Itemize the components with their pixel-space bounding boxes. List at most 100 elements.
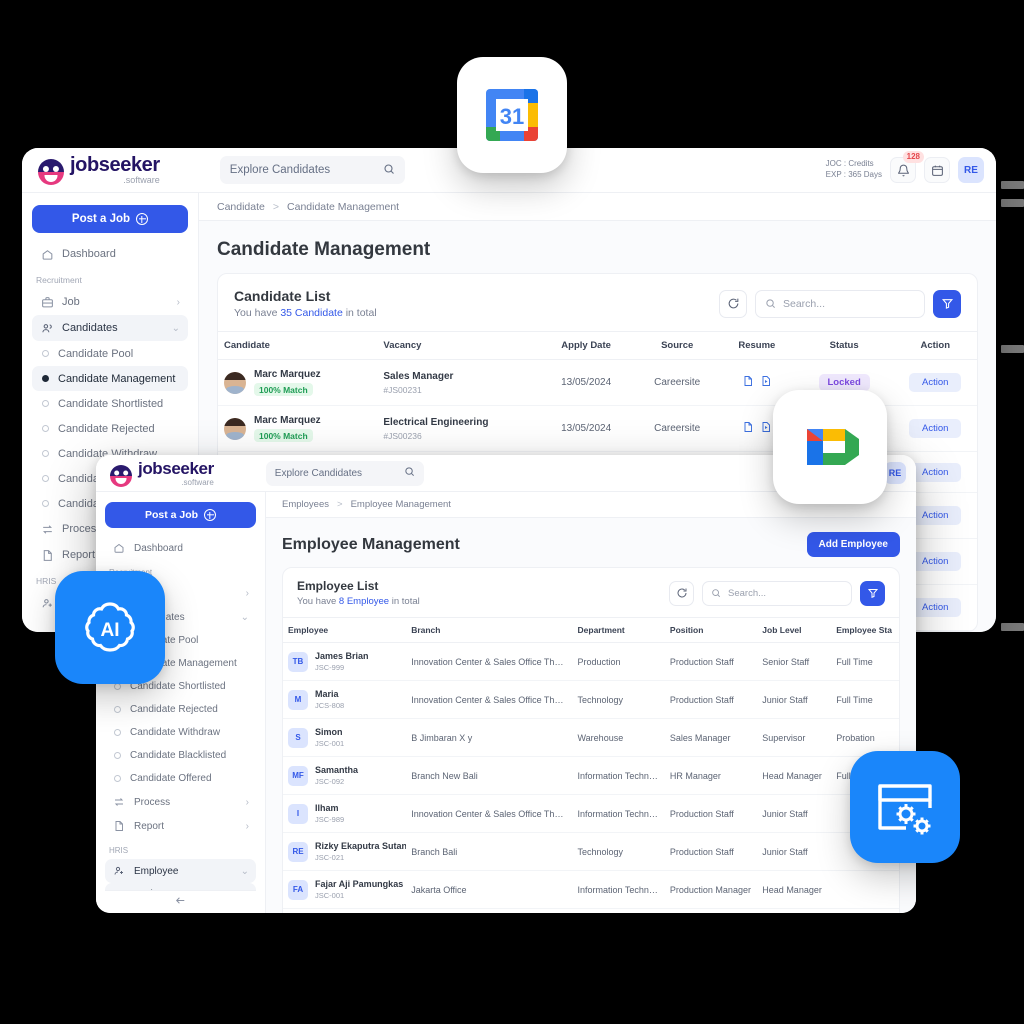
subtitle-count: 35 Candidate: [280, 307, 343, 319]
employee-search-placeholder: Search...: [728, 587, 767, 599]
cell-job-level: Supervisor: [757, 718, 832, 757]
bullet-icon: [42, 350, 49, 357]
document-icon: [40, 548, 54, 562]
front-main: Employees > Employee Management Employee…: [266, 492, 916, 913]
sidebar-item-employee[interactable]: Employee ⌄: [105, 859, 256, 883]
cell-employee: I Ilham JSC-989: [283, 794, 407, 833]
action-button[interactable]: Action: [909, 462, 962, 482]
window-settings-icon[interactable]: [850, 751, 960, 863]
cell-employee-status: Full Time: [831, 680, 899, 719]
card-subtitle: You have 8 Employee in total: [297, 596, 420, 607]
table-row[interactable]: I Ilham JSC-989 Innovation Center & Sales O…: [283, 794, 899, 833]
table-row[interactable]: M Maria JCS-808 Innovation Center & Sales O…: [283, 680, 899, 719]
user-avatar[interactable]: RE: [884, 462, 906, 484]
sidebar-item-dashboard[interactable]: Dashboard: [32, 241, 188, 267]
card-title: Employee List: [297, 579, 379, 593]
candidate-list-tools: Search...: [719, 289, 961, 318]
jobseeker-logo-icon: [110, 464, 132, 487]
sidebar-item-candidate-pool[interactable]: Candidate Pool: [32, 341, 188, 366]
filter-button[interactable]: [860, 580, 885, 606]
sidebar-item-candidate-offered[interactable]: Candidate Offered: [105, 767, 256, 790]
sidebar-item-candidate-withdraw[interactable]: Candidate Withdraw: [105, 721, 256, 744]
cell-employee: DEAlexSNTN-001: [283, 908, 407, 913]
cell-branch: Branch Bali: [406, 832, 573, 871]
match-badge: 100% Match: [254, 383, 313, 396]
cell-employee: M Maria JCS-808: [283, 680, 407, 719]
explore-candidates-search[interactable]: Explore Candidates: [265, 460, 424, 486]
table-row[interactable]: S Simon JSC-001 B Jimbaran X y Warehouse Sale…: [283, 718, 899, 757]
home-icon: [40, 247, 54, 261]
candidate-search-input[interactable]: Search...: [755, 289, 925, 318]
refresh-button[interactable]: [719, 289, 747, 318]
action-button[interactable]: Action: [909, 552, 962, 571]
post-a-job-button[interactable]: Post a Job: [32, 205, 188, 233]
action-button[interactable]: Action: [909, 373, 962, 392]
sidebar-label-dashboard: Dashboard: [134, 542, 183, 554]
sidebar-item-candidate-management[interactable]: Candidate Management: [32, 366, 188, 391]
sidebar-label-process: Process: [134, 796, 171, 808]
google-calendar-icon[interactable]: 31: [457, 57, 567, 173]
explore-candidates-placeholder: Explore Candidates: [229, 164, 331, 176]
sidebar-item-candidate-shortlisted[interactable]: Candidate Shortlisted: [32, 391, 188, 416]
sidebar-label-candidate-management: Candidate Management: [58, 372, 176, 385]
calendar-button[interactable]: [924, 157, 950, 183]
sidebar-item-job[interactable]: Job ›: [32, 289, 188, 315]
action-button[interactable]: Action: [909, 419, 962, 438]
card-title: Candidate List: [234, 288, 331, 304]
sidebar-item-candidate-blacklisted[interactable]: Candidate Blacklisted: [105, 744, 256, 767]
cell-source: Careersite: [635, 405, 719, 452]
filter-button[interactable]: [933, 289, 961, 318]
google-meet-glyph: [807, 429, 859, 465]
cell-job-level: Senior Staff: [757, 642, 832, 681]
col-position: Position: [664, 617, 758, 643]
cell-vacancy: Electrical Engineering #JS00236: [377, 405, 537, 452]
brand-logo[interactable]: jobseeker .software: [38, 155, 160, 185]
subtitle-pre: You have: [297, 596, 339, 607]
avatar: RE: [288, 841, 308, 862]
ai-badge-icon[interactable]: AI: [55, 571, 165, 684]
sidebar-item-dashboard[interactable]: Dashboard: [105, 536, 256, 560]
credits-info: JOC : Credits EXP : 365 Days: [826, 159, 882, 181]
explore-candidates-search[interactable]: Explore Candidates: [219, 156, 405, 184]
table-row[interactable]: FA Fajar Aji Pamungkas JSC-001 Jakarta Offi…: [283, 870, 899, 909]
plus-circle-icon: [136, 213, 149, 225]
sidebar-collapse-button[interactable]: [105, 889, 256, 913]
action-button[interactable]: Action: [909, 598, 962, 617]
bullet-icon: [42, 425, 49, 432]
brand-logo[interactable]: jobseeker .software: [110, 460, 214, 487]
table-row[interactable]: MF Samantha JSC-092 Branch New Bali Informat…: [283, 756, 899, 795]
cell-branch: Innovation Center & Sales Office The Bou…: [406, 680, 573, 719]
sidebar-item-process[interactable]: Process ›: [105, 790, 256, 814]
match-badge: 100% Match: [254, 429, 313, 442]
cell-department: Production: [572, 642, 665, 681]
breadcrumb-current: Employee Management: [350, 499, 451, 510]
sidebar-item-candidates[interactable]: Candidates ⌄: [32, 315, 188, 341]
table-row[interactable]: RE Rizky Ekaputra Sutanto JSC-021 Branch Ba…: [283, 832, 899, 871]
cell-employee: FA Fajar Aji Pamungkas JSC-001: [283, 870, 407, 909]
sidebar-item-candidate-rejected[interactable]: Candidate Rejected: [32, 416, 188, 441]
brand-name: jobseeker: [70, 154, 160, 176]
add-employee-button[interactable]: Add Employee: [806, 532, 900, 557]
employee-id: JSC-989: [315, 815, 345, 824]
vacancy-title: Sales Manager: [383, 370, 454, 382]
user-avatar[interactable]: RE: [958, 157, 984, 183]
table-row[interactable]: TB James Brian JSC-999 Innovation Center & …: [283, 642, 899, 681]
action-button[interactable]: Action: [909, 506, 962, 525]
notifications-button[interactable]: 128: [890, 151, 924, 183]
cell-department: Information Technology: [572, 756, 665, 795]
employee-id: JSC-999: [315, 663, 345, 672]
employee-name: Fajar Aji Pamungkas: [315, 879, 404, 889]
employee-search-input[interactable]: Search...: [702, 580, 852, 606]
sidebar-item-candidate-rejected[interactable]: Candidate Rejected: [105, 698, 256, 721]
cell-department: Technology: [572, 832, 665, 871]
cell-job-level: Junior Staff: [757, 832, 832, 871]
breadcrumb-parent[interactable]: Candidate: [217, 201, 265, 213]
post-a-job-button[interactable]: Post a Job: [105, 502, 256, 528]
sidebar-item-report[interactable]: Report ›: [105, 814, 256, 838]
bullet-icon: [114, 752, 121, 759]
cell-branch: Jakarta Office: [406, 870, 573, 909]
refresh-button[interactable]: [669, 580, 694, 606]
breadcrumb-parent[interactable]: Employees: [282, 499, 329, 510]
google-meet-icon[interactable]: [773, 390, 887, 504]
table-row[interactable]: DEAlexSNTN-001Head Office & FactoryPeopl…: [283, 908, 899, 913]
